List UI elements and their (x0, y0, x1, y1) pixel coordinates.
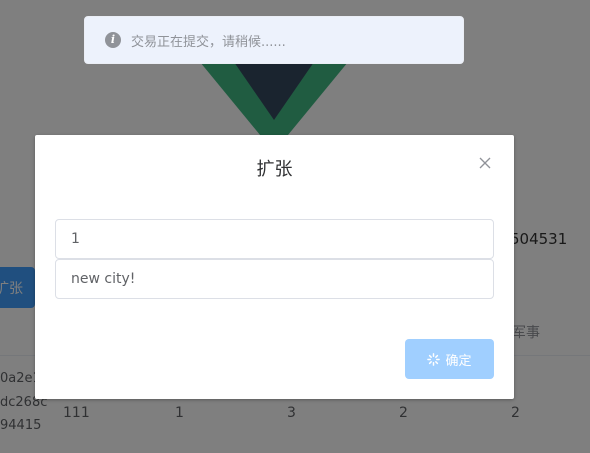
amount-input[interactable] (55, 219, 494, 259)
close-icon[interactable] (477, 155, 493, 171)
message-text: 交易正在提交，请稍候...... (131, 34, 286, 50)
confirm-button-label: 确定 (445, 353, 472, 369)
expand-dialog: 扩张 确定 (35, 135, 514, 399)
dialog-title: 扩张 (256, 159, 293, 180)
info-message: i 交易正在提交，请稍候...... (84, 16, 464, 64)
loading-spinner-icon (427, 352, 441, 366)
confirm-button[interactable]: 确定 (405, 339, 494, 379)
info-icon: i (105, 32, 121, 48)
city-name-input[interactable] (55, 259, 494, 299)
